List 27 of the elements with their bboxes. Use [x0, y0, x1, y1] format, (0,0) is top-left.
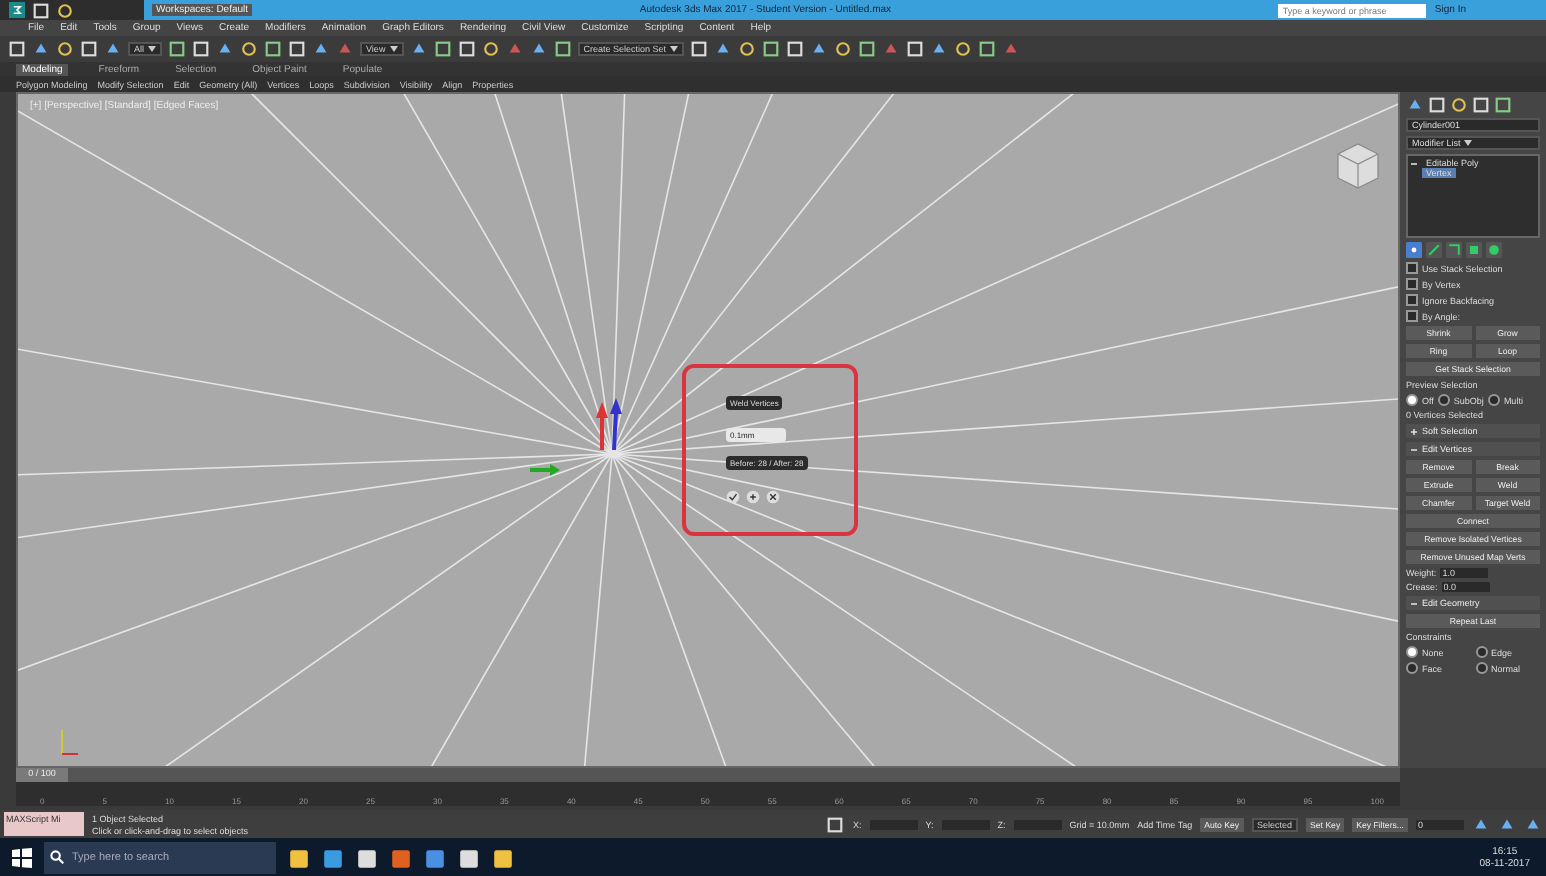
- windows-start-icon[interactable]: [12, 848, 32, 868]
- ok-icon[interactable]: [726, 490, 740, 504]
- collapse-icon[interactable]: [1410, 445, 1418, 453]
- taskbar-app-icon[interactable]: [356, 847, 378, 869]
- axis-tripod-icon: [61, 729, 79, 755]
- element-mode-icon[interactable]: [1486, 242, 1502, 258]
- axis-arrow-icon: [530, 464, 560, 476]
- vertex-mode-icon[interactable]: [1406, 242, 1422, 258]
- polygon-mode-icon[interactable]: [1466, 242, 1482, 258]
- taskbar-app-icon[interactable]: [288, 847, 310, 869]
- expand-icon[interactable]: [1410, 427, 1418, 435]
- edge-mode-icon[interactable]: [1426, 242, 1442, 258]
- taskbar-app-icon[interactable]: [492, 847, 514, 869]
- taskbar-app-icon[interactable]: [424, 847, 446, 869]
- taskbar-app-icon[interactable]: [322, 847, 344, 869]
- caret-icon: [148, 46, 157, 52]
- app-logo-icon: [8, 2, 26, 18]
- cancel-icon[interactable]: [766, 490, 780, 504]
- transform-gizmo-icon: [596, 398, 622, 451]
- caret-icon: [389, 46, 398, 52]
- border-mode-icon[interactable]: [1446, 242, 1462, 258]
- collapse-icon[interactable]: [1410, 159, 1418, 167]
- taskbar-app-icon[interactable]: [458, 847, 480, 869]
- collapse-icon[interactable]: [1410, 599, 1418, 607]
- caret-icon: [669, 46, 678, 52]
- apply-icon[interactable]: [746, 490, 760, 504]
- caret-icon: [1464, 140, 1473, 146]
